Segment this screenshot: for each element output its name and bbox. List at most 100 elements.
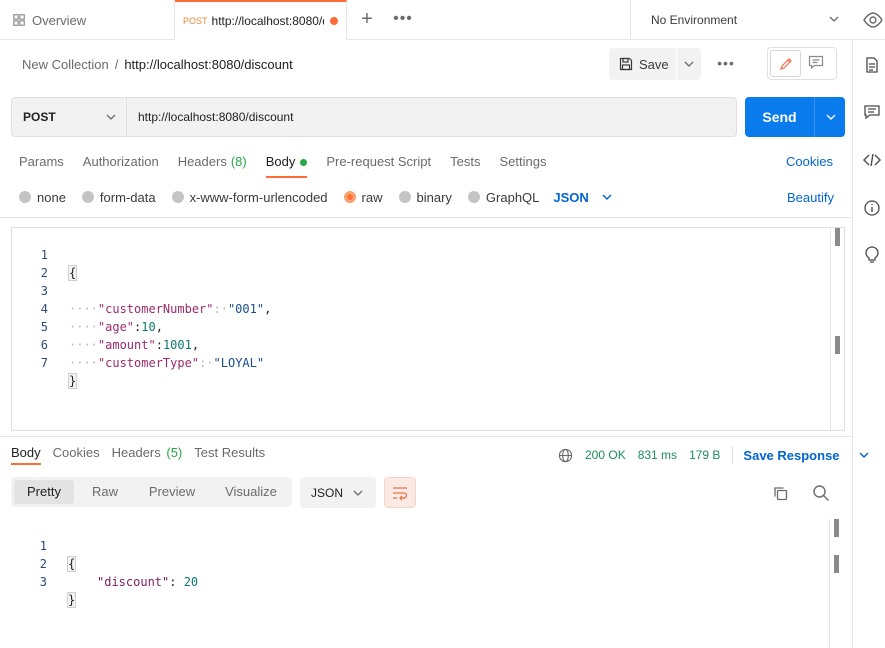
send-button[interactable]: Send	[745, 97, 814, 137]
beautify-link[interactable]: Beautify	[787, 190, 834, 205]
tab-params[interactable]: Params	[19, 150, 64, 178]
save-response-button[interactable]: Save Response	[743, 448, 869, 463]
tab-headers[interactable]: Headers (8)	[178, 150, 247, 178]
open-brace: {	[67, 265, 78, 281]
editor-scrollbar[interactable]	[830, 228, 844, 430]
save-label: Save	[639, 56, 669, 72]
code-line: 3 ····"customerNumber":·"001",	[12, 264, 272, 316]
save-icon	[619, 57, 633, 71]
response-size[interactable]: 179 B	[689, 448, 720, 462]
code-icon[interactable]	[863, 151, 881, 169]
indent: ····	[69, 338, 98, 352]
wrap-lines-button[interactable]	[384, 477, 416, 508]
comment-icon[interactable]	[863, 103, 881, 121]
tab-tests[interactable]: Tests	[450, 150, 480, 178]
save-response-label: Save Response	[743, 447, 840, 463]
edit-mode-button[interactable]	[770, 50, 801, 77]
view-raw[interactable]: Raw	[78, 480, 132, 504]
code-line: 7 }	[12, 336, 78, 389]
response-tab-cookies[interactable]: Cookies	[53, 445, 100, 465]
line-text: }	[67, 372, 78, 390]
tab-request-discount[interactable]: POST http://localhost:8080/discount	[175, 0, 347, 40]
globe-icon[interactable]	[558, 448, 573, 463]
line-text: ····"age":10,	[69, 318, 163, 336]
radio-binary[interactable]: binary	[398, 190, 452, 205]
tab-label: Authorization	[82, 154, 159, 169]
scroll-marker	[835, 336, 840, 354]
body-language-select[interactable]: JSON	[553, 190, 612, 205]
response-tab-test-results[interactable]: Test Results	[194, 445, 265, 465]
cookies-link[interactable]: Cookies	[786, 154, 833, 169]
environment-label: No Environment	[651, 13, 738, 27]
line-text: {	[67, 264, 78, 282]
chevron-down-icon	[602, 194, 612, 201]
code-line: 4 ····"age":10,	[12, 282, 163, 334]
line-text: }	[66, 591, 77, 609]
new-tab-button[interactable]: +	[357, 9, 377, 30]
code-line: 1 {	[11, 519, 77, 572]
response-time[interactable]: 831 ms	[638, 448, 677, 462]
radio-none[interactable]: none	[19, 190, 66, 205]
view-pretty[interactable]: Pretty	[14, 480, 74, 504]
comment-mode-icon[interactable]	[808, 54, 824, 70]
tab-bar: Overview POST http://localhost:8080/disc…	[0, 0, 885, 40]
lightbulb-icon[interactable]	[863, 246, 881, 264]
tab-more-icon[interactable]: •••	[393, 10, 413, 30]
save-button[interactable]: Save	[609, 48, 676, 80]
tab-label: Headers	[111, 445, 161, 460]
tab-url: http://localhost:8080/discount	[211, 14, 324, 28]
tab-body[interactable]: Body	[265, 150, 308, 178]
radio-x-www-form-urlencoded[interactable]: x-www-form-urlencoded	[171, 190, 328, 205]
separator: :·	[213, 302, 228, 316]
tab-settings[interactable]: Settings	[499, 150, 546, 178]
tab-authorization[interactable]: Authorization	[83, 150, 159, 178]
view-preview[interactable]: Preview	[139, 480, 205, 504]
send-dropdown-button[interactable]	[814, 97, 845, 137]
radio-label: none	[37, 189, 66, 205]
response-tab-headers[interactable]: Headers (5)	[112, 445, 183, 465]
close-brace: }	[67, 373, 78, 389]
status-badge[interactable]: 200 OK	[585, 448, 626, 462]
tab-overview[interactable]: Overview	[0, 0, 175, 40]
response-view-selector: Pretty Raw Preview Visualize	[11, 477, 292, 507]
tab-label: Cookies	[52, 445, 100, 460]
environment-selector[interactable]: No Environment	[630, 0, 852, 40]
body-language-value: JSON	[553, 189, 589, 205]
radio-label: raw	[361, 189, 383, 205]
json-value: 10	[141, 320, 156, 334]
breadcrumb: New Collection / http://localhost:8080/d…	[22, 56, 293, 72]
radio-circle-selected	[343, 191, 356, 203]
response-scrollbar[interactable]	[829, 519, 843, 648]
url-input[interactable]	[138, 98, 728, 136]
radio-label: GraphQL	[485, 189, 540, 205]
response-language-select[interactable]: JSON	[300, 477, 376, 508]
radio-graphql[interactable]: GraphQL	[467, 189, 540, 205]
json-key: "amount"	[97, 338, 156, 352]
request-body-editor[interactable]: 1 { 2 3 ····"customerNumber":·"001", 4 ·…	[11, 227, 845, 431]
tab-label: Body	[11, 445, 41, 460]
view-visualize[interactable]: Visualize	[214, 480, 288, 504]
radio-circle	[81, 191, 94, 203]
response-language-value: JSON	[311, 485, 344, 500]
send-label: Send	[762, 109, 797, 125]
mode-toggle	[767, 47, 837, 80]
save-dropdown-button[interactable]	[677, 48, 701, 80]
search-icon[interactable]	[812, 484, 830, 502]
response-tab-body[interactable]: Body	[11, 445, 41, 465]
breadcrumb-request[interactable]: http://localhost:8080/discount	[124, 57, 292, 72]
tab-pre-request-script[interactable]: Pre-request Script	[326, 150, 431, 178]
response-body-viewer[interactable]: 1 { 2 "discount": 20 3 }	[11, 519, 845, 648]
headers-count: (5)	[166, 445, 183, 460]
info-icon[interactable]	[863, 199, 881, 217]
breadcrumb-collection[interactable]: New Collection	[22, 57, 109, 72]
json-value: 1001	[162, 338, 192, 352]
json-value: 20	[183, 575, 199, 589]
more-options-icon[interactable]: •••	[714, 55, 738, 75]
radio-raw[interactable]: raw	[343, 189, 383, 205]
divider	[0, 436, 852, 437]
document-icon[interactable]	[863, 56, 881, 74]
eye-icon[interactable]	[862, 10, 884, 30]
radio-form-data[interactable]: form-data	[81, 190, 156, 205]
method-select[interactable]: POST	[12, 98, 127, 136]
copy-icon[interactable]	[772, 485, 789, 502]
